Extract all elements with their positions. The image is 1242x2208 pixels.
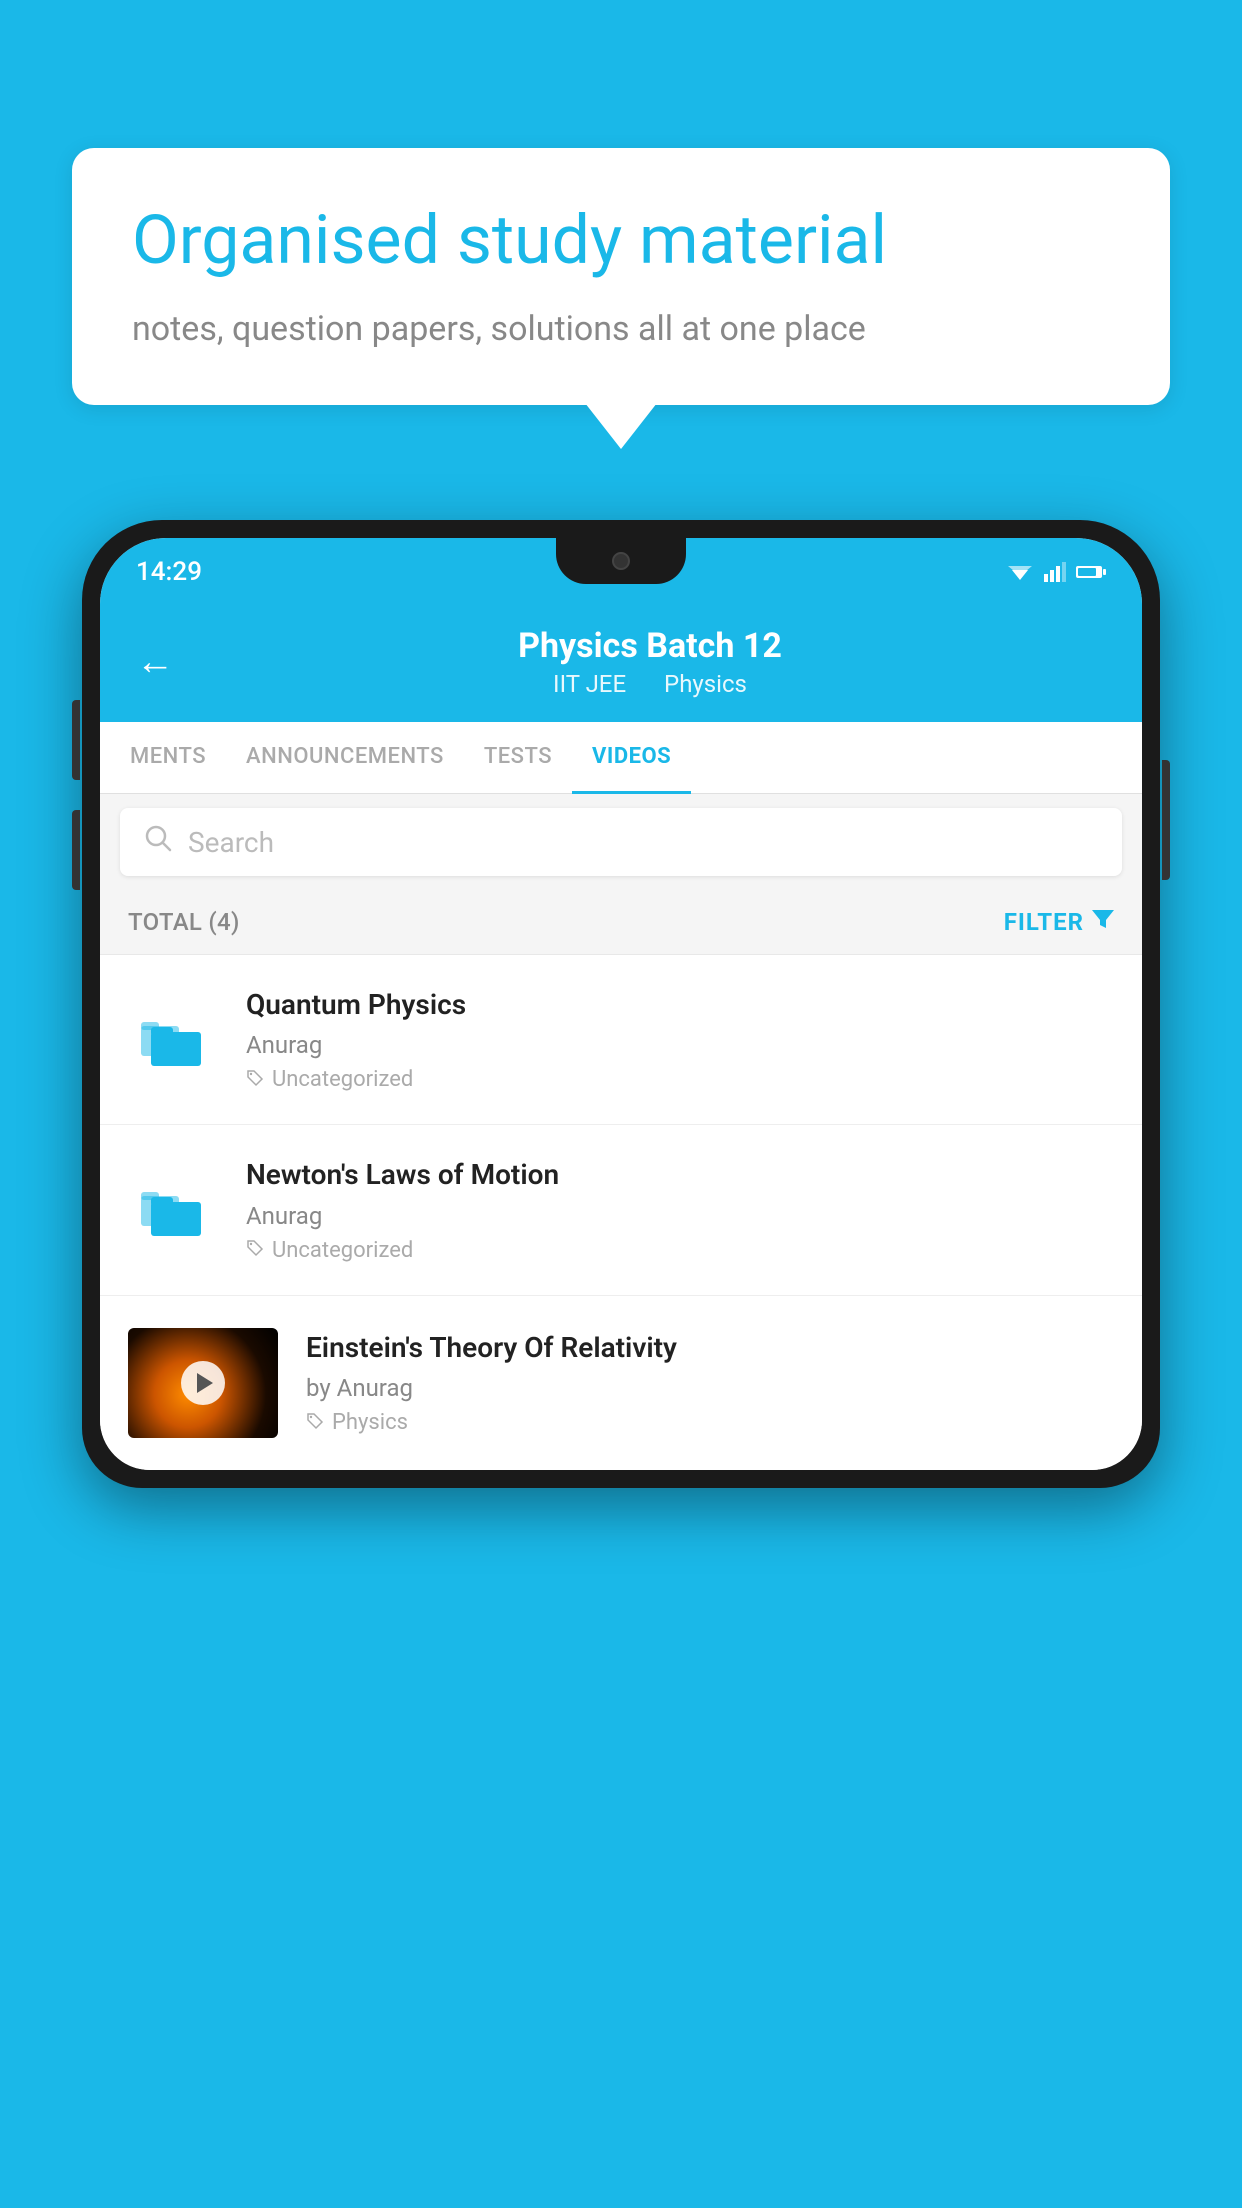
video-author: Anurag — [246, 1202, 1114, 1230]
tab-tests[interactable]: TESTS — [464, 722, 572, 794]
tag-text: Physics — [332, 1410, 408, 1435]
tab-announcements[interactable]: ANNOUNCEMENTS — [226, 722, 464, 794]
video-title: Newton's Laws of Motion — [246, 1157, 1114, 1193]
video-tag: Uncategorized — [246, 1238, 1114, 1263]
video-thumbnail — [128, 1328, 278, 1438]
tag-icon — [246, 1238, 264, 1262]
app-header: ← Physics Batch 12 IIT JEE Physics — [100, 606, 1142, 722]
header-title-block: Physics Batch 12 IIT JEE Physics — [194, 626, 1106, 698]
power-button — [1162, 760, 1170, 880]
speech-bubble: Organised study material notes, question… — [72, 148, 1170, 405]
notch — [556, 538, 686, 584]
bubble-title: Organised study material — [132, 200, 1110, 282]
total-count-label: TOTAL (4) — [128, 908, 240, 936]
video-title: Quantum Physics — [246, 987, 1114, 1023]
tag-icon — [246, 1068, 264, 1092]
list-item[interactable]: Newton's Laws of Motion Anurag Uncategor… — [100, 1125, 1142, 1295]
search-input-wrap[interactable]: Search — [120, 808, 1122, 876]
search-container: Search — [100, 794, 1142, 890]
folder-icon — [128, 1165, 218, 1255]
filter-bar: TOTAL (4) FILTER — [100, 890, 1142, 955]
signal-icon — [1044, 562, 1066, 582]
folder-icon — [128, 995, 218, 1085]
video-author: by Anurag — [306, 1374, 1114, 1402]
wifi-icon — [1006, 562, 1034, 582]
video-title: Einstein's Theory Of Relativity — [306, 1330, 1114, 1366]
volume-up-button — [72, 700, 80, 780]
video-info: Newton's Laws of Motion Anurag Uncategor… — [246, 1157, 1114, 1262]
phone-wrapper: 14:29 — [82, 520, 1160, 2208]
volume-down-button — [72, 810, 80, 890]
video-tag: Uncategorized — [246, 1067, 1114, 1092]
video-author: Anurag — [246, 1031, 1114, 1059]
tab-ments[interactable]: MENTS — [110, 722, 226, 794]
header-subtitle: IIT JEE Physics — [194, 670, 1106, 698]
list-item[interactable]: Einstein's Theory Of Relativity by Anura… — [100, 1296, 1142, 1470]
front-camera — [612, 552, 630, 570]
video-tag: Physics — [306, 1410, 1114, 1435]
header-subtitle-part2: Physics — [664, 670, 747, 698]
play-triangle-icon — [197, 1373, 213, 1393]
bubble-subtitle: notes, question papers, solutions all at… — [132, 306, 1110, 354]
list-item[interactable]: Quantum Physics Anurag Uncategorized — [100, 955, 1142, 1125]
play-button-overlay — [181, 1361, 225, 1405]
status-icons — [1006, 562, 1106, 582]
tabs-bar: MENTS ANNOUNCEMENTS TESTS VIDEOS — [100, 722, 1142, 794]
header-subtitle-part1: IIT JEE — [553, 670, 626, 698]
tag-icon — [306, 1411, 324, 1435]
video-info: Einstein's Theory Of Relativity by Anura… — [306, 1330, 1114, 1435]
video-list: Quantum Physics Anurag Uncategorized — [100, 955, 1142, 1470]
phone-screen: 14:29 — [100, 538, 1142, 1470]
header-title: Physics Batch 12 — [194, 626, 1106, 666]
tag-text: Uncategorized — [272, 1067, 413, 1092]
video-info: Quantum Physics Anurag Uncategorized — [246, 987, 1114, 1092]
speech-bubble-container: Organised study material notes, question… — [72, 148, 1170, 449]
speech-bubble-arrow — [585, 403, 657, 449]
filter-icon — [1092, 908, 1114, 936]
battery-icon — [1076, 564, 1106, 580]
phone-outer: 14:29 — [82, 520, 1160, 1488]
filter-button[interactable]: FILTER — [1004, 908, 1114, 936]
filter-label: FILTER — [1004, 908, 1084, 936]
search-placeholder: Search — [188, 826, 274, 859]
tab-videos[interactable]: VIDEOS — [572, 722, 691, 794]
search-icon — [144, 824, 172, 860]
tag-text: Uncategorized — [272, 1238, 413, 1263]
status-time: 14:29 — [136, 557, 202, 587]
back-button[interactable]: ← — [136, 640, 174, 684]
status-bar: 14:29 — [100, 538, 1142, 606]
